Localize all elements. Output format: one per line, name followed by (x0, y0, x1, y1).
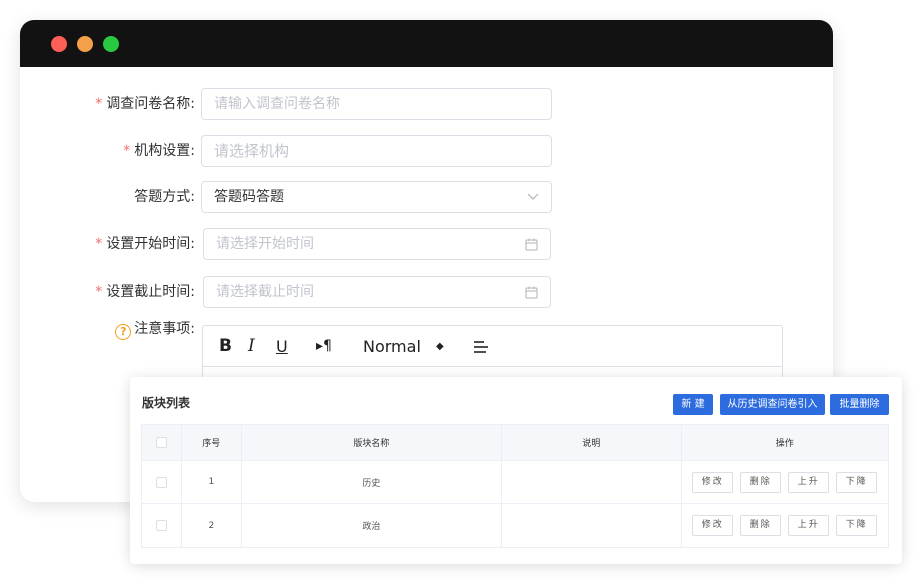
table-row: 1 历史 修改 删除 上升 下降 (142, 461, 888, 504)
row-checkbox[interactable] (155, 520, 167, 531)
notes-label: ? 注意事项: (115, 315, 195, 347)
required-mark: * (123, 143, 131, 159)
batch-delete-button[interactable]: 批量删除 (830, 394, 889, 415)
column-header-name: 版块名称 (242, 425, 503, 460)
org-label: * 机构设置: (123, 143, 195, 159)
end-time-label: * 设置截止时间: (95, 284, 195, 300)
row-index: 2 (182, 504, 242, 547)
align-button[interactable] (473, 326, 489, 367)
delete-button[interactable]: 删除 (740, 515, 782, 536)
survey-name-input[interactable]: 请输入调查问卷名称 (201, 88, 552, 120)
new-section-button[interactable]: 新 建 (673, 394, 713, 415)
end-time-placeholder: 请选择截止时间 (216, 284, 314, 300)
underline-button[interactable]: U (276, 326, 288, 367)
minimize-window-button[interactable] (77, 36, 93, 52)
row-checkbox-cell (142, 461, 182, 503)
start-time-label: * 设置开始时间: (95, 236, 195, 252)
required-mark: * (95, 96, 103, 112)
question-circle-icon[interactable]: ? (115, 324, 132, 340)
italic-button[interactable]: I (248, 326, 255, 367)
header-checkbox-cell (142, 425, 182, 460)
survey-name-label: * 调查问卷名称: (95, 96, 195, 112)
section-table: 序号 版块名称 说明 操作 1 历史 修改 删除 上升 下降 2 政治 修改 删… (141, 424, 889, 548)
row-desc (502, 461, 682, 503)
move-down-button[interactable]: 下降 (836, 471, 878, 493)
answer-mode-label: 答题方式: (134, 189, 195, 205)
move-up-button[interactable]: 上升 (788, 471, 830, 493)
row-actions: 修改 删除 上升 下降 (682, 461, 888, 503)
updown-arrow-icon: ◆ (436, 341, 444, 352)
close-window-button[interactable] (51, 36, 67, 52)
form-row-answer-mode: 答题方式: 答题码答题 (20, 181, 833, 213)
required-mark: * (95, 284, 103, 300)
form-row-survey-name: * 调查问卷名称: 请输入调查问卷名称 (20, 88, 833, 120)
column-header-ops: 操作 (775, 439, 794, 449)
row-checkbox-cell (142, 504, 182, 547)
form-row-start-time: * 设置开始时间: 请选择开始时间 (20, 228, 833, 260)
row-desc (502, 504, 682, 547)
calendar-icon (525, 277, 538, 307)
move-up-button[interactable]: 上升 (788, 515, 830, 536)
chevron-down-icon (527, 182, 539, 212)
end-time-picker[interactable]: 请选择截止时间 (203, 276, 551, 308)
maximize-window-button[interactable] (103, 36, 119, 52)
start-time-placeholder: 请选择开始时间 (216, 236, 314, 252)
org-select-input[interactable]: 请选择机构 (201, 135, 552, 167)
row-name: 历史 (242, 461, 503, 503)
editor-toolbar: B I U ▸¶ Normal ◆ (203, 326, 782, 367)
format-select[interactable]: Normal (363, 326, 421, 367)
import-from-history-button[interactable]: 从历史调查问卷引入 (720, 394, 825, 415)
answer-mode-value: 答题码答题 (214, 189, 284, 205)
edit-button[interactable]: 修改 (692, 471, 734, 493)
row-checkbox[interactable] (155, 476, 167, 488)
window-titlebar (20, 20, 833, 67)
delete-button[interactable]: 删除 (740, 471, 782, 493)
move-down-button[interactable]: 下降 (836, 515, 878, 536)
answer-mode-select[interactable]: 答题码答题 (201, 181, 552, 213)
edit-button[interactable]: 修改 (692, 515, 734, 536)
select-all-checkbox[interactable] (155, 437, 167, 448)
column-header-desc: 说明 (502, 425, 682, 460)
form-row-end-time: * 设置截止时间: 请选择截止时间 (20, 276, 833, 308)
table-row: 2 政治 修改 删除 上升 下降 (142, 504, 888, 547)
row-index: 1 (182, 461, 242, 503)
section-list-panel: 版块列表 新 建 从历史调查问卷引入 批量删除 序号 版块名称 说明 操作 1 … (130, 377, 902, 564)
table-header: 序号 版块名称 说明 操作 (142, 425, 888, 461)
paragraph-direction-button[interactable]: ▸¶ (316, 326, 332, 367)
align-left-icon (474, 341, 488, 353)
required-mark: * (95, 236, 103, 252)
calendar-icon (525, 229, 538, 259)
panel-title: 版块列表 (142, 396, 191, 410)
bold-button[interactable]: B (219, 326, 232, 367)
row-actions: 修改 删除 上升 下降 (682, 504, 888, 547)
form-row-org: * 机构设置: 请选择机构 (20, 135, 833, 167)
start-time-picker[interactable]: 请选择开始时间 (203, 228, 551, 260)
row-name: 政治 (242, 504, 503, 547)
column-header-index: 序号 (182, 425, 242, 460)
